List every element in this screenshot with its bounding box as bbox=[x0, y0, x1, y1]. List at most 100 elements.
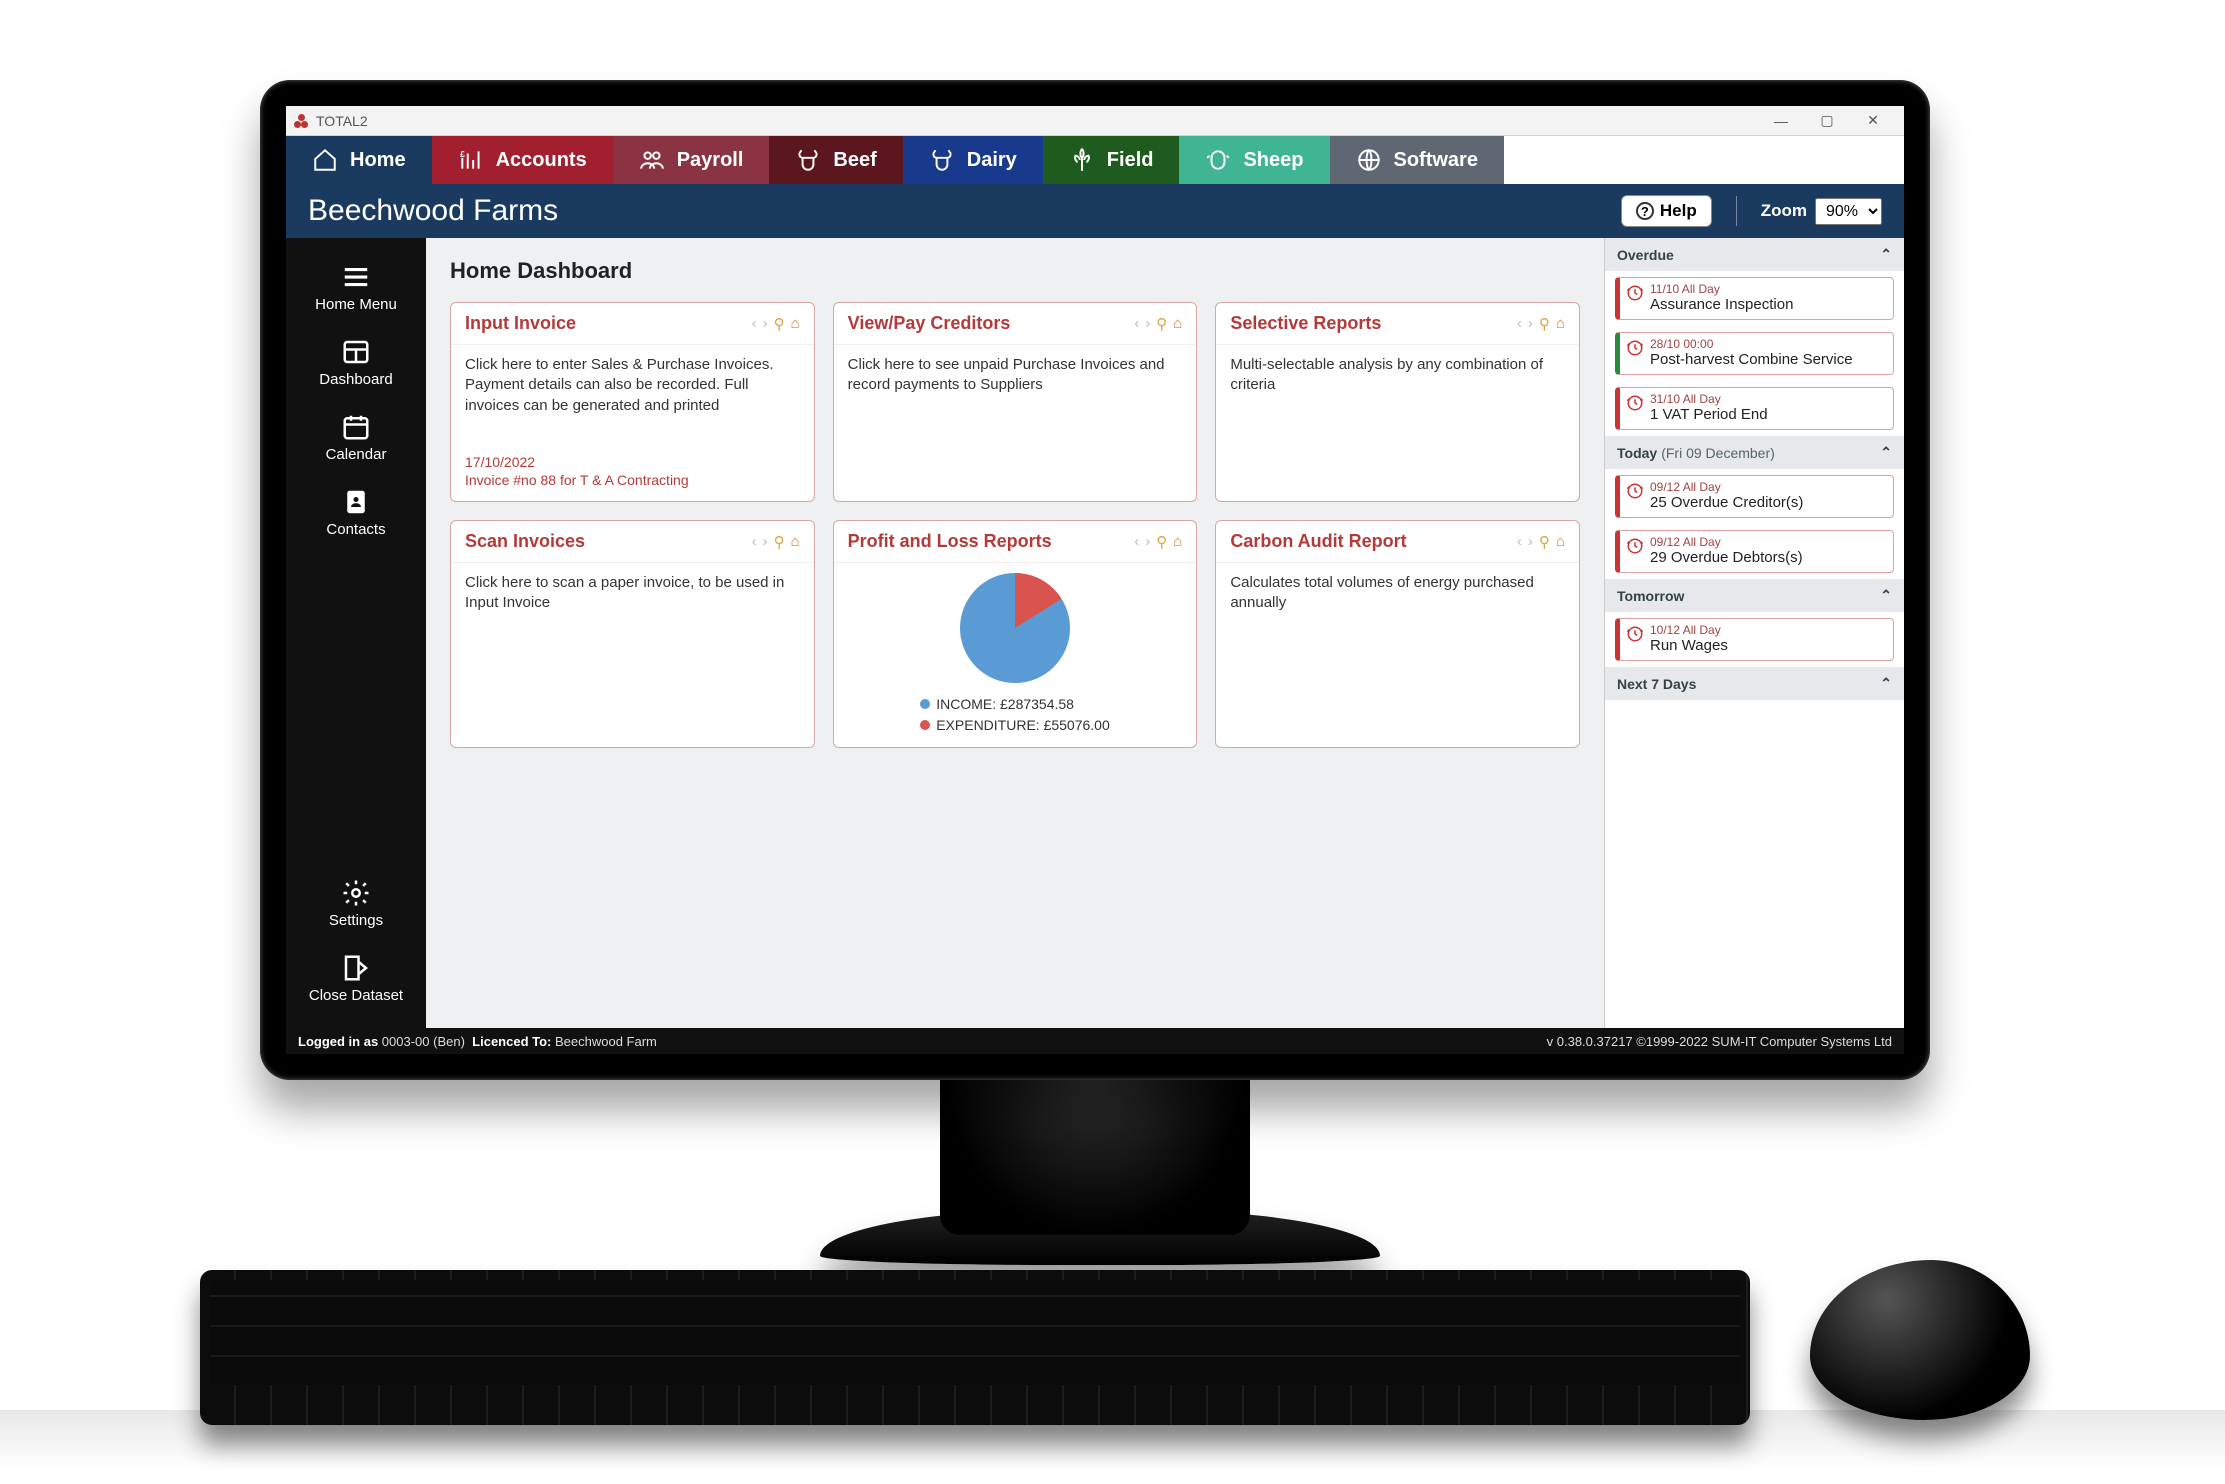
home-card-icon[interactable]: ⌂ bbox=[1173, 315, 1182, 332]
dashboard-card[interactable]: Profit and Loss Reports ‹ › ⚲ ⌂ INCOME: £2873… bbox=[833, 520, 1198, 748]
dashboard-card[interactable]: Input Invoice‹›⚲⌂Click here to enter Sal… bbox=[450, 302, 815, 502]
tab-field[interactable]: Field bbox=[1043, 136, 1180, 184]
login-value: 0003-00 (Ben) bbox=[382, 1034, 465, 1049]
event-title: Assurance Inspection bbox=[1650, 296, 1885, 313]
window-minimize-button[interactable]: — bbox=[1758, 106, 1804, 136]
card-prev-icon[interactable]: ‹ bbox=[1517, 315, 1522, 332]
calendar-event[interactable]: 10/12 All DayRun Wages bbox=[1615, 618, 1894, 661]
home-card-icon[interactable]: ⌂ bbox=[1556, 315, 1565, 332]
card-footer: 17/10/2022Invoice #no 88 for T & A Contr… bbox=[451, 447, 814, 501]
pin-icon[interactable]: ⚲ bbox=[1539, 533, 1550, 551]
calendar-event[interactable]: 11/10 All DayAssurance Inspection bbox=[1615, 277, 1894, 320]
sidebar-item-settings[interactable]: Settings bbox=[286, 866, 426, 941]
login-label: Logged in as bbox=[298, 1034, 378, 1049]
card-title: View/Pay Creditors bbox=[848, 313, 1011, 334]
dashboard-card[interactable]: Carbon Audit Report‹›⚲⌂Calculates total … bbox=[1215, 520, 1580, 748]
pin-icon[interactable]: ⚲ bbox=[774, 533, 785, 551]
licence-label: Licenced To: bbox=[472, 1034, 551, 1049]
tab-beef[interactable]: Beef bbox=[769, 136, 902, 184]
pie-legend: INCOME: £287354.58EXPENDITURE: £55076.00 bbox=[920, 693, 1110, 737]
card-title: Input Invoice bbox=[465, 313, 576, 334]
card-prev-icon[interactable]: ‹ bbox=[752, 533, 757, 550]
calendar-section-header[interactable]: Today(Fri 09 December)⌃ bbox=[1605, 436, 1904, 469]
pin-icon[interactable]: ⚲ bbox=[1539, 315, 1550, 333]
help-button[interactable]: ? Help bbox=[1621, 195, 1712, 227]
tab-sheep[interactable]: Sheep bbox=[1179, 136, 1329, 184]
event-meta: 09/12 All Day bbox=[1650, 480, 1885, 494]
clock-icon bbox=[1626, 482, 1644, 500]
card-title: Profit and Loss Reports bbox=[848, 531, 1052, 552]
event-title: Run Wages bbox=[1650, 637, 1885, 654]
licence-value: Beechwood Farm bbox=[555, 1034, 657, 1049]
dashboard-card[interactable]: Scan Invoices‹›⚲⌂Click here to scan a pa… bbox=[450, 520, 815, 748]
window-maximize-button[interactable]: ▢ bbox=[1804, 106, 1850, 136]
pin-icon[interactable]: ⚲ bbox=[1156, 533, 1167, 551]
tab-accounts[interactable]: £ Accounts bbox=[432, 136, 613, 184]
card-prev-icon[interactable]: ‹ bbox=[1517, 533, 1522, 550]
card-body: Calculates total volumes of energy purch… bbox=[1216, 563, 1579, 747]
card-prev-icon[interactable]: ‹ bbox=[1134, 315, 1139, 332]
calendar-event[interactable]: 09/12 All Day29 Overdue Debtors(s) bbox=[1615, 530, 1894, 573]
event-meta: 28/10 00:00 bbox=[1650, 337, 1885, 351]
separator bbox=[1736, 196, 1737, 226]
calendar-event[interactable]: 28/10 00:00Post-harvest Combine Service bbox=[1615, 332, 1894, 375]
pin-icon[interactable]: ⚲ bbox=[1156, 315, 1167, 333]
sidebar-item-home-menu[interactable]: Home Menu bbox=[286, 250, 426, 325]
dashboard-icon bbox=[341, 337, 371, 367]
card-next-icon[interactable]: › bbox=[1145, 315, 1150, 332]
company-name: Beechwood Farms bbox=[308, 194, 558, 228]
menu-icon bbox=[341, 262, 371, 292]
event-meta: 09/12 All Day bbox=[1650, 535, 1885, 549]
tab-payroll[interactable]: Payroll bbox=[613, 136, 770, 184]
card-next-icon[interactable]: › bbox=[1528, 315, 1533, 332]
card-next-icon[interactable]: › bbox=[763, 315, 768, 332]
home-card-icon[interactable]: ⌂ bbox=[791, 533, 800, 550]
clock-icon bbox=[1626, 394, 1644, 412]
tab-dairy[interactable]: Dairy bbox=[903, 136, 1043, 184]
version-info: v 0.38.0.37217 ©1999-2022 SUM-IT Compute… bbox=[1547, 1034, 1892, 1049]
zoom-select[interactable]: 90% bbox=[1815, 198, 1882, 225]
tab-home[interactable]: Home bbox=[286, 136, 432, 184]
window-close-button[interactable]: ✕ bbox=[1850, 106, 1896, 136]
tab-payroll-label: Payroll bbox=[677, 149, 744, 172]
card-next-icon[interactable]: › bbox=[763, 533, 768, 550]
sidebar-item-label: Dashboard bbox=[319, 371, 392, 388]
sidebar-item-calendar[interactable]: Calendar bbox=[286, 400, 426, 475]
card-next-icon[interactable]: › bbox=[1145, 533, 1150, 550]
calendar-event[interactable]: 09/12 All Day25 Overdue Creditor(s) bbox=[1615, 475, 1894, 518]
tab-accounts-label: Accounts bbox=[496, 149, 587, 172]
top-nav: Home £ Accounts Payroll Beef Dairy Field… bbox=[286, 136, 1904, 184]
keyboard bbox=[200, 1270, 1750, 1425]
sidebar-item-dashboard[interactable]: Dashboard bbox=[286, 325, 426, 400]
home-card-icon[interactable]: ⌂ bbox=[1173, 533, 1182, 550]
monitor-stand bbox=[940, 1075, 1250, 1235]
subheader: Beechwood Farms ? Help Zoom 90% bbox=[286, 184, 1904, 238]
card-next-icon[interactable]: › bbox=[1528, 533, 1533, 550]
field-icon bbox=[1069, 147, 1095, 173]
card-prev-icon[interactable]: ‹ bbox=[752, 315, 757, 332]
software-icon bbox=[1356, 147, 1382, 173]
help-icon: ? bbox=[1636, 202, 1654, 220]
chevron-up-icon: ⌃ bbox=[1880, 675, 1892, 692]
calendar-event[interactable]: 31/10 All Day1 VAT Period End bbox=[1615, 387, 1894, 430]
calendar-panel: Overdue⌃ 11/10 All DayAssurance Inspectio… bbox=[1604, 238, 1904, 1028]
help-label: Help bbox=[1660, 201, 1697, 221]
pie-chart bbox=[960, 573, 1070, 683]
accounts-icon: £ bbox=[458, 147, 484, 173]
pin-icon[interactable]: ⚲ bbox=[774, 315, 785, 333]
sidebar-item-close-dataset[interactable]: Close Dataset bbox=[286, 941, 426, 1016]
calendar-section-header[interactable]: Tomorrow⌃ bbox=[1605, 579, 1904, 612]
card-prev-icon[interactable]: ‹ bbox=[1134, 533, 1139, 550]
calendar-section-header[interactable]: Next 7 Days⌃ bbox=[1605, 667, 1904, 700]
sidebar-item-contacts[interactable]: Contacts bbox=[286, 475, 426, 550]
home-card-icon[interactable]: ⌂ bbox=[1556, 533, 1565, 550]
window-title: TOTAL2 bbox=[316, 113, 368, 129]
dairy-icon bbox=[929, 147, 955, 173]
dashboard-area: Home Dashboard Input Invoice‹›⚲⌂Click he… bbox=[426, 238, 1604, 1028]
dashboard-card[interactable]: View/Pay Creditors‹›⚲⌂Click here to see … bbox=[833, 302, 1198, 502]
home-card-icon[interactable]: ⌂ bbox=[791, 315, 800, 332]
calendar-section-header[interactable]: Overdue⌃ bbox=[1605, 238, 1904, 271]
event-title: 25 Overdue Creditor(s) bbox=[1650, 494, 1885, 511]
tab-software[interactable]: Software bbox=[1330, 136, 1504, 184]
dashboard-card[interactable]: Selective Reports‹›⚲⌂Multi-selectable an… bbox=[1215, 302, 1580, 502]
